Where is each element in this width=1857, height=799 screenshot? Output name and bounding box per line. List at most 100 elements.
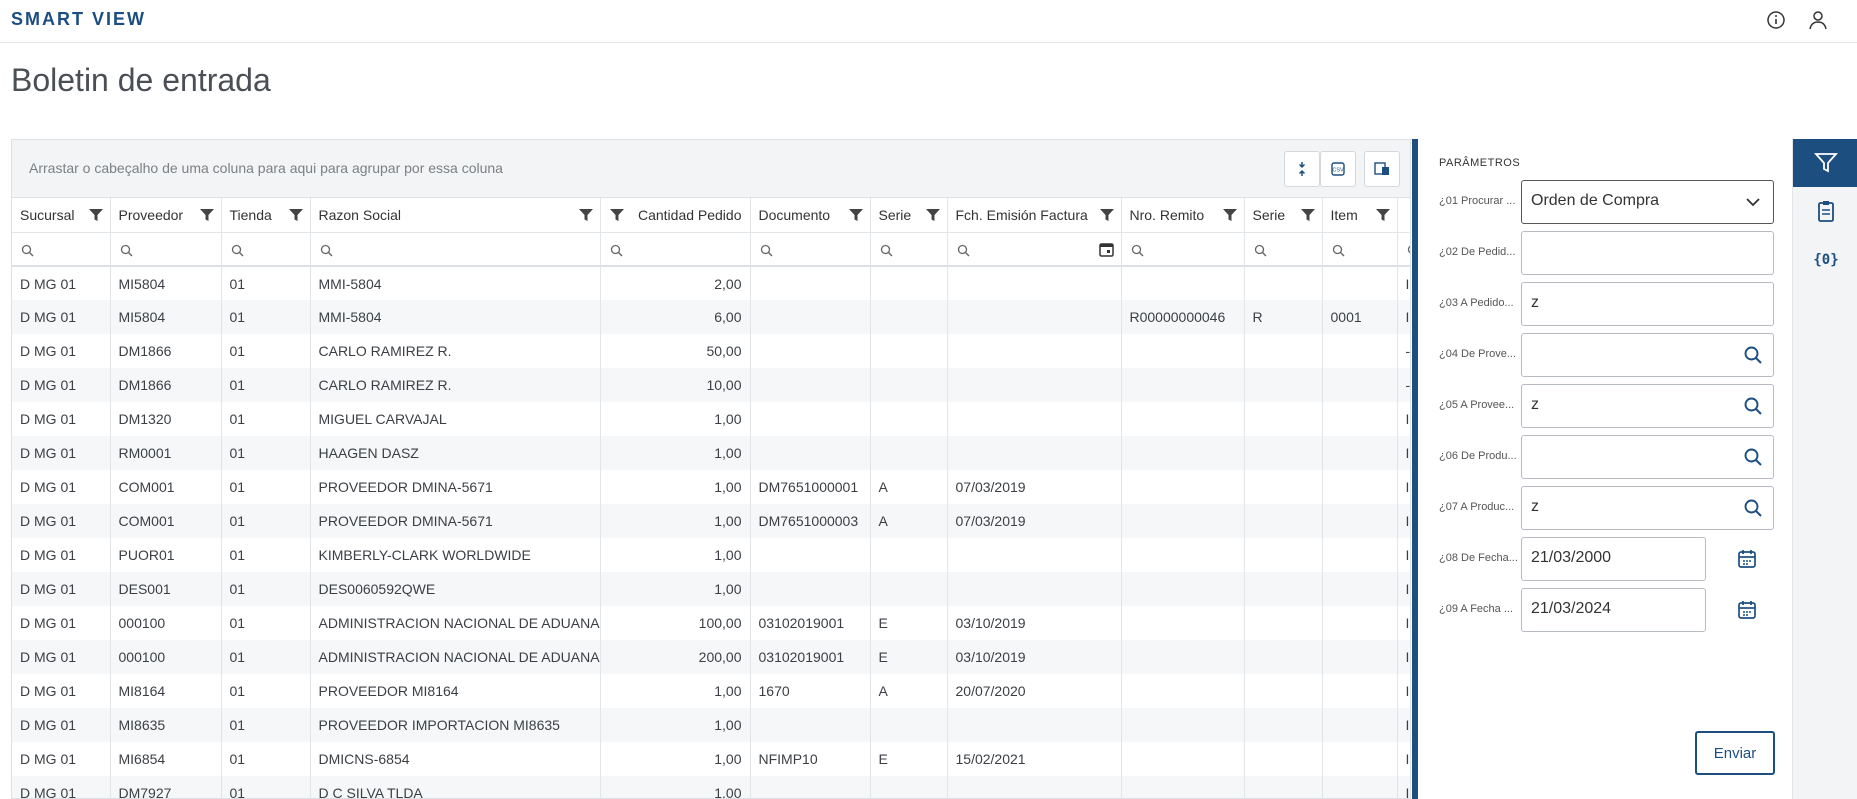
table-cell (947, 572, 1122, 606)
table-row[interactable]: D MG 01 DM1866 01 CARLO RAMIREZ R. 50,00 - (12, 334, 1410, 368)
table-cell: D MG 01 (12, 402, 111, 436)
column-header[interactable]: Documento (750, 198, 871, 233)
column-header[interactable]: Item (1322, 198, 1398, 233)
table-cell: 1,00 (600, 572, 751, 606)
table-row[interactable]: D MG 01 000100 01 ADMINISTRACION NACIONAL D… (12, 640, 1410, 674)
filter-panel-tab[interactable] (1793, 139, 1857, 187)
parameter-field[interactable]: 21/03/2000 (1521, 537, 1706, 581)
filter-icon[interactable] (1222, 207, 1238, 223)
table-cell: PROVEEDOR DMINA-5671 (310, 470, 601, 504)
parameter-field[interactable] (1521, 231, 1774, 275)
column-filter-input[interactable] (870, 232, 948, 267)
table-row[interactable]: D MG 01 PUOR01 01 KIMBERLY-CLARK WORLDWIDE 1… (12, 538, 1410, 572)
column-filter-input[interactable] (1322, 232, 1398, 267)
table-cell (750, 266, 871, 300)
variables-tab[interactable]: {0} (1793, 235, 1857, 283)
column-header[interactable]: Proveedor (110, 198, 222, 233)
user-icon[interactable] (1806, 8, 1830, 32)
filter-icon[interactable] (925, 207, 941, 223)
search-icon (231, 244, 243, 256)
export-csv-button[interactable]: CSV (1320, 151, 1356, 187)
search-icon[interactable] (1742, 395, 1764, 417)
table-cell: 01 (221, 708, 311, 742)
search-icon[interactable] (1742, 344, 1764, 366)
parameter-field[interactable]: z (1521, 486, 1774, 530)
table-row[interactable]: D MG 01 MI6854 01 DMICNS-6854 1,00 NFIMP10 E 15… (12, 742, 1410, 776)
calendar-icon[interactable] (1735, 547, 1759, 571)
search-icon[interactable] (1742, 497, 1764, 519)
column-header[interactable]: Tienda (221, 198, 311, 233)
column-header[interactable]: Sucursal (12, 198, 111, 233)
table-cell: D MG 01 (12, 504, 111, 538)
table-row[interactable]: D MG 01 DM1866 01 CARLO RAMIREZ R. 10,00 - (12, 368, 1410, 402)
column-header[interactable]: Razon Social (310, 198, 601, 233)
table-row[interactable]: D MG 01 DM7927 01 D C SILVA TLDA 1,00 I (12, 776, 1410, 798)
group-panel[interactable]: Arrastar o cabeçalho de uma coluna para … (12, 140, 1410, 198)
column-filter-input[interactable] (1121, 232, 1245, 267)
table-row[interactable]: D MG 01 MI5804 01 MMI-5804 6,00 R00000000046 R… (12, 300, 1410, 334)
parameter-field[interactable]: z (1521, 282, 1774, 326)
table-cell: COM001 (110, 504, 222, 538)
filter-icon[interactable] (1099, 207, 1115, 223)
table-row[interactable]: D MG 01 MI8635 01 PROVEEDOR IMPORTACION MI8… (12, 708, 1410, 742)
table-row[interactable]: D MG 01 000100 01 ADMINISTRACION NACIONAL D… (12, 606, 1410, 640)
table-cell: 1,00 (600, 538, 751, 572)
column-filter-input[interactable] (1397, 232, 1410, 267)
column-header[interactable]: Fch. Emisión Factura (947, 198, 1122, 233)
filter-icon[interactable] (578, 207, 594, 223)
table-row[interactable]: D MG 01 RM0001 01 HAAGEN DASZ 1,00 I (12, 436, 1410, 470)
send-button[interactable]: Enviar (1695, 731, 1775, 775)
column-filter-input[interactable] (221, 232, 311, 267)
search-icon[interactable] (1742, 446, 1764, 468)
table-row[interactable]: D MG 01 DM1320 01 MIGUEL CARVAJAL 1,00 I (12, 402, 1410, 436)
table-cell: 01 (221, 368, 311, 402)
filter-icon[interactable] (848, 207, 864, 223)
clipboard-tab[interactable] (1793, 187, 1857, 235)
table-cell: 03/10/2019 (947, 640, 1122, 674)
column-filter-input[interactable] (12, 232, 111, 267)
svg-text:CSV: CSV (1332, 168, 1344, 174)
table-row[interactable]: D MG 01 MI8164 01 PROVEEDOR MI8164 1,00 1670 A… (12, 674, 1410, 708)
column-header[interactable]: Cantidad Pedido (600, 198, 751, 233)
column-filter-input[interactable] (1244, 232, 1323, 267)
table-row[interactable]: D MG 01 COM001 01 PROVEEDOR DMINA-5671 1,00 D… (12, 504, 1410, 538)
parameter-field[interactable]: 21/03/2024 (1521, 588, 1706, 632)
table-row[interactable]: D MG 01 COM001 01 PROVEEDOR DMINA-5671 1,00 D… (12, 470, 1410, 504)
calendar-icon[interactable] (1735, 598, 1759, 622)
filter-icon[interactable] (1375, 207, 1391, 223)
table-cell: 01 (221, 538, 311, 572)
column-header[interactable]: Serie (870, 198, 948, 233)
parameter-field[interactable] (1521, 333, 1774, 377)
column-header[interactable] (1397, 198, 1410, 233)
calendar-icon[interactable] (1098, 241, 1115, 258)
parameter-field[interactable]: Orden de Compra (1521, 180, 1774, 224)
table-row[interactable]: D MG 01 DES001 01 DES0060592QWE 1,00 I (12, 572, 1410, 606)
column-header[interactable]: Nro. Remito (1121, 198, 1245, 233)
table-row[interactable]: D MG 01 MI5804 01 MMI-5804 2,00 I (12, 266, 1410, 300)
filter-icon[interactable] (88, 207, 104, 223)
parameter-label: ¿07 A Produc... (1439, 501, 1515, 513)
table-cell: CARLO RAMIREZ R. (310, 334, 601, 368)
filter-icon[interactable] (288, 207, 304, 223)
column-header-label: Fch. Emisión Factura (955, 206, 1088, 223)
column-filter-input[interactable] (110, 232, 222, 267)
table-cell (947, 402, 1122, 436)
parameter-row: ¿05 A Provee... z (1439, 384, 1779, 428)
density-button[interactable] (1284, 151, 1320, 187)
info-icon[interactable] (1764, 8, 1788, 32)
parameter-field[interactable] (1521, 435, 1774, 479)
column-filter-input[interactable] (750, 232, 871, 267)
column-filter-input[interactable] (600, 232, 751, 267)
column-header-label: Serie (878, 206, 912, 223)
group-hint: Arrastar o cabeçalho de uma coluna para … (29, 160, 503, 176)
column-filter-input[interactable] (947, 232, 1122, 267)
parameter-field[interactable]: z (1521, 384, 1774, 428)
column-header[interactable]: Serie (1244, 198, 1323, 233)
columns-button[interactable] (1364, 151, 1400, 187)
filter-icon[interactable] (199, 207, 215, 223)
filter-icon[interactable] (1300, 207, 1316, 223)
filter-icon[interactable] (609, 207, 625, 223)
column-filter-input[interactable] (310, 232, 601, 267)
panel-splitter[interactable] (1412, 139, 1418, 799)
header-row: Sucursal Proveedor Tienda Razon Social Canti… (12, 198, 1410, 233)
